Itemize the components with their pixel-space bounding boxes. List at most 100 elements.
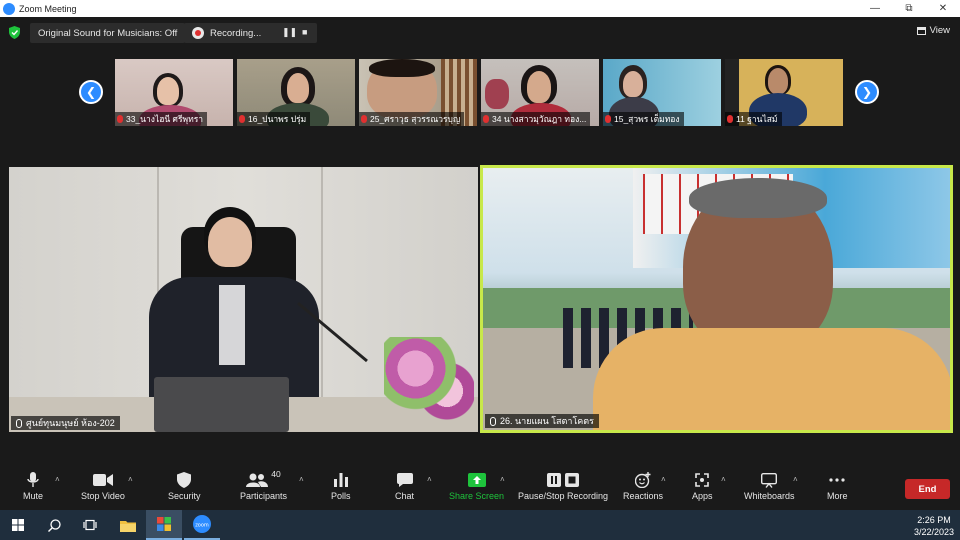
mic-muted-icon [727,115,733,123]
participant-thumbnail[interactable]: 16_ปนาพร ปรุ่ม [237,59,355,126]
apps-options-chevron-icon[interactable]: ˄ [721,475,726,484]
stop-video-button[interactable]: Stop Video [81,469,125,501]
microphone-icon [27,469,39,491]
mic-muted-icon [117,115,123,123]
meeting-area: Original Sound for Musicians: Off Record… [0,17,960,463]
mute-button[interactable]: Mute [23,469,43,501]
video-tile[interactable]: ศูนย์ทุนมนุษย์ ห้อง-202 [9,167,478,432]
mic-muted-icon [483,115,489,123]
chevron-right-icon: ❯ [861,85,873,99]
chevron-left-icon: ❮ [85,85,97,99]
participant-name: 26. นายแผน โสตาโคตร [485,414,599,428]
windows-taskbar: zoom 2:26 PM 3/22/2023 [0,510,960,540]
participant-thumbnail[interactable]: 34 นางสาวมุวัณฎา ทอง... [481,59,599,126]
mic-active-icon [16,418,22,428]
participant-thumbnail[interactable]: 33_นางไฮนี ศรีพุทรา [115,59,233,126]
participant-name: 33_นางไฮนี ศรีพุทรา [115,112,208,126]
participants-count: 40 [271,469,281,479]
participants-icon: 40 [246,469,281,491]
strip-prev-button[interactable]: ❮ [79,80,103,104]
view-grid-icon [916,26,926,35]
recording-indicator: Recording... ❚❚ ■ [184,23,317,43]
restore-icon[interactable]: ⧉ [892,0,926,17]
mic-muted-icon [239,115,245,123]
apps-button[interactable]: Apps [692,469,713,501]
participant-name: 11 ฐานไสม์ [725,112,782,126]
minimize-icon[interactable]: — [858,0,892,17]
meeting-toolbar: Mute ˄ Stop Video ˄ Security 40 Particip… [0,463,960,510]
active-speaker-tile[interactable]: 26. นายแผน โสตาโคตร [480,165,953,433]
view-label: View [929,25,950,36]
reactions-emoji-icon [635,469,651,491]
meeting-topbar: Original Sound for Musicians: Off Record… [0,17,960,49]
audio-options-chevron-icon[interactable]: ˄ [55,475,60,484]
svg-text:zoom: zoom [195,523,209,529]
apps-icon [694,469,710,491]
more-dots-icon [829,469,845,491]
participant-thumbnail[interactable]: 11 ฐานไสม์ [725,59,843,126]
close-icon[interactable]: ✕ [926,0,960,17]
participant-thumbnail[interactable]: 15_สุวพร เต็มทอง [603,59,721,126]
whiteboards-options-chevron-icon[interactable]: ˄ [793,475,798,484]
chat-button[interactable]: Chat [395,469,414,501]
encryption-shield-icon[interactable] [9,26,20,39]
mute-label: Mute [23,491,44,501]
pause-stop-recording-icon [547,469,580,491]
original-sound-toggle[interactable]: Original Sound for Musicians: Off [30,23,186,43]
chat-label: Chat [395,491,415,501]
end-meeting-button[interactable]: End [905,479,950,499]
clock-time: 2:26 PM [917,515,951,525]
polls-button[interactable]: Polls [331,469,351,501]
pause-recording-icon[interactable]: ❚❚ [282,27,297,38]
participants-options-chevron-icon[interactable]: ˄ [299,475,304,484]
view-button[interactable]: View [916,25,950,36]
file-explorer-icon[interactable] [110,510,146,540]
pause-stop-recording-label: Pause/Stop Recording [518,491,609,501]
reactions-label: Reactions [623,491,664,501]
search-icon[interactable] [36,510,72,540]
original-sound-label: Original Sound for Musicians: Off [38,27,178,39]
window-titlebar: Zoom Meeting — ⧉ ✕ [0,0,960,17]
window-controls: — ⧉ ✕ [858,0,960,17]
more-button[interactable]: More [827,469,848,501]
task-view-icon[interactable] [72,510,108,540]
whiteboards-button[interactable]: Whiteboards [744,469,795,501]
stop-video-label: Stop Video [81,491,125,501]
mic-muted-icon [605,115,611,123]
share-screen-arrow-icon [467,469,486,491]
more-label: More [827,491,848,501]
windows-app-tile-icon[interactable] [146,510,182,540]
participants-button[interactable]: 40 Participants [240,469,287,501]
stop-recording-icon[interactable]: ■ [302,27,307,37]
window-title: Zoom Meeting [19,3,77,14]
clock-date: 3/22/2023 [913,527,954,537]
pause-stop-recording-button[interactable]: Pause/Stop Recording [518,469,608,501]
whiteboards-label: Whiteboards [744,491,795,501]
strip-next-button[interactable]: ❯ [855,80,879,104]
video-options-chevron-icon[interactable]: ˄ [128,475,133,484]
share-screen-button[interactable]: Share Screen [449,469,504,501]
share-options-chevron-icon[interactable]: ˄ [500,475,505,484]
zoom-taskbar-icon[interactable]: zoom [184,510,220,540]
windows-start-icon[interactable] [0,510,36,540]
recording-label: Recording... [210,27,262,39]
security-button[interactable]: Security [168,469,201,501]
share-screen-label: Share Screen [449,491,505,501]
participant-name: 25_ศราวุธ สุวรรณวรบุญ [359,112,465,126]
reactions-button[interactable]: Reactions [623,469,663,501]
participant-thumbnail[interactable]: 25_ศราวุธ สุวรรณวรบุญ [359,59,477,126]
whiteboard-icon [761,469,778,491]
apps-label: Apps [692,491,713,501]
mic-muted-icon [361,115,367,123]
participant-name: 15_สุวพร เต็มทอง [603,112,684,126]
chat-options-chevron-icon[interactable]: ˄ [427,475,432,484]
chat-bubble-icon [396,469,413,491]
recording-dot-icon [192,27,204,39]
taskbar-clock[interactable]: 2:26 PM 3/22/2023 [914,514,954,538]
security-shield-icon [177,469,192,491]
zoom-logo-icon [3,2,15,15]
reactions-options-chevron-icon[interactable]: ˄ [661,475,666,484]
video-camera-icon [92,469,113,491]
security-label: Security [168,491,201,501]
participant-name: 16_ปนาพร ปรุ่ม [237,112,311,126]
